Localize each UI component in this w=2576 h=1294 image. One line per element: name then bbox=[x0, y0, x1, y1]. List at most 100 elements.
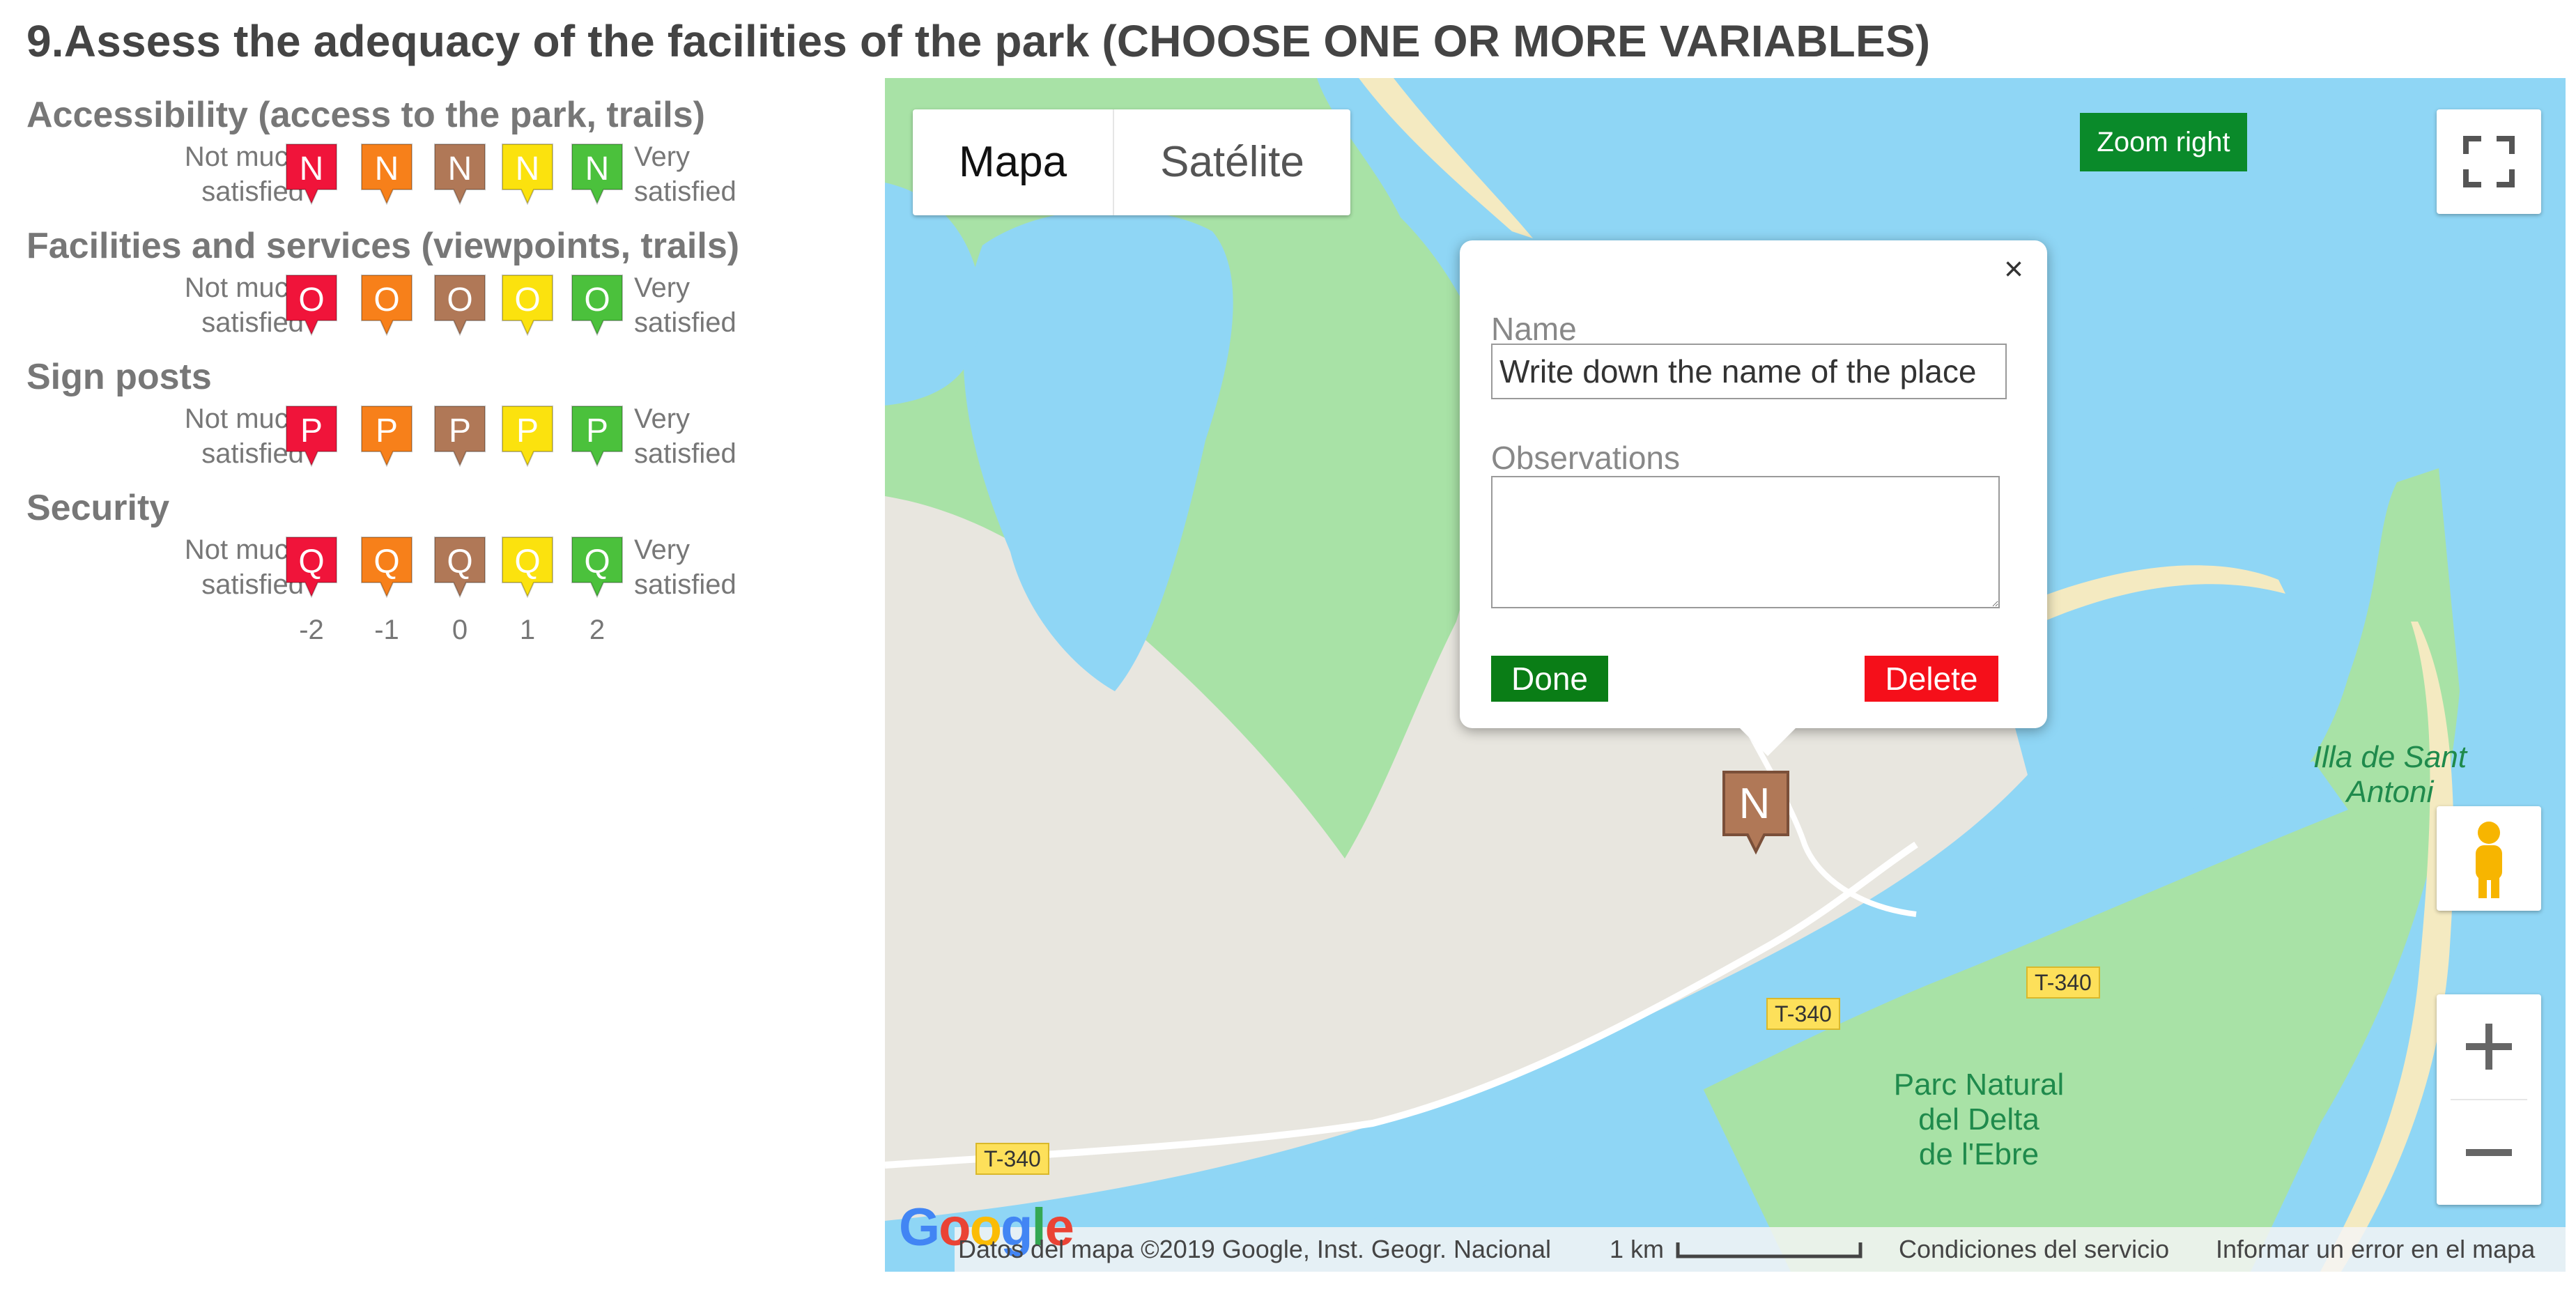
scale-value: -1 bbox=[374, 615, 399, 645]
high-line-2: satisfied bbox=[634, 307, 736, 338]
map-tab-satellite[interactable]: Satélite bbox=[1114, 109, 1350, 215]
map-label-parc-natural: Parc Natural del Delta de l'Ebre bbox=[1860, 1068, 2097, 1172]
rating-marker--2[interactable]: N bbox=[284, 142, 339, 206]
rating-marker-1[interactable]: Q bbox=[500, 535, 555, 599]
map-type-control: Mapa Satélite bbox=[913, 109, 1350, 215]
marker-letter: N bbox=[374, 151, 399, 187]
delete-button[interactable]: Delete bbox=[1865, 656, 1998, 702]
report-error-link[interactable]: Informar un error en el mapa bbox=[2216, 1227, 2535, 1272]
rating-row: Not much satisfied P P P P P Very satisfied bbox=[26, 401, 877, 484]
zoom-in-button[interactable] bbox=[2437, 994, 2541, 1099]
low-line-2: satisfied bbox=[201, 569, 304, 600]
rating-marker-2[interactable]: Q bbox=[570, 535, 624, 599]
variable-title: Sign posts bbox=[26, 357, 212, 397]
marker-letter: P bbox=[585, 413, 608, 449]
street-view-pegman[interactable] bbox=[2437, 806, 2541, 911]
park-line-3: de l'Ebre bbox=[1918, 1137, 2039, 1171]
terms-link[interactable]: Condiciones del servicio bbox=[1899, 1227, 2169, 1272]
not-much-satisfied-label: Not much satisfied bbox=[131, 401, 304, 471]
rating-panel: Accessibility (access to the park, trail… bbox=[26, 91, 877, 656]
marker-letter: Q bbox=[373, 544, 400, 580]
map-tab-mapa[interactable]: Mapa bbox=[913, 109, 1115, 215]
marker-letter: Q bbox=[298, 544, 325, 580]
rating-marker--1[interactable]: N bbox=[360, 142, 414, 206]
rating-marker--1[interactable]: O bbox=[360, 273, 414, 337]
map[interactable]: Mapa Satélite Zoom right Illa de Sant An… bbox=[885, 78, 2566, 1272]
rating-marker-2[interactable]: P bbox=[570, 404, 624, 468]
marker-letter: P bbox=[448, 413, 471, 449]
rating-marker--2[interactable]: O bbox=[284, 273, 339, 337]
name-label: Name bbox=[1491, 311, 1577, 347]
marker-letter: P bbox=[375, 413, 398, 449]
low-line-1: Not much bbox=[184, 403, 304, 434]
high-line-1: Very bbox=[634, 272, 691, 303]
placed-marker[interactable]: N bbox=[1720, 768, 1792, 856]
rating-marker-0[interactable]: O bbox=[433, 273, 487, 337]
low-line-1: Not much bbox=[184, 141, 304, 172]
zoom-control bbox=[2437, 994, 2541, 1205]
high-line-1: Very bbox=[634, 403, 691, 434]
map-data-attribution: Datos del mapa ©2019 Google, Inst. Geogr… bbox=[958, 1235, 1552, 1263]
zoom-out-button[interactable] bbox=[2437, 1100, 2541, 1205]
road-label: T-340 bbox=[2026, 966, 2100, 999]
rating-marker-1[interactable]: N bbox=[500, 142, 555, 206]
marker-letter: O bbox=[298, 282, 325, 318]
low-line-2: satisfied bbox=[201, 307, 304, 338]
observations-label: Observations bbox=[1491, 440, 1681, 476]
marker-letter: Q bbox=[584, 544, 610, 580]
scale-values: -2 -1 0 1 2 bbox=[26, 615, 877, 656]
rating-marker-1[interactable]: P bbox=[500, 404, 555, 468]
marker-letter: P bbox=[300, 413, 323, 449]
rating-row: Not much satisfied Q Q Q Q Q Very satisfied bbox=[26, 532, 877, 615]
variable-title: Facilities and services (viewpoints, tra… bbox=[26, 226, 740, 266]
scale-bar-icon bbox=[1676, 1242, 1862, 1258]
map-label-illa-de-sant-antoni: Illa de Sant Antoni bbox=[2285, 740, 2494, 810]
marker-letter: O bbox=[584, 282, 610, 318]
rating-marker--2[interactable]: P bbox=[284, 404, 339, 468]
very-satisfied-label: Very satisfied bbox=[634, 270, 736, 340]
marker-letter: P bbox=[516, 413, 539, 449]
high-line-1: Very bbox=[634, 534, 691, 565]
not-much-satisfied-label: Not much satisfied bbox=[131, 139, 304, 209]
rating-marker--2[interactable]: Q bbox=[284, 535, 339, 599]
zoom-right-button[interactable]: Zoom right bbox=[2080, 113, 2247, 171]
rating-marker-2[interactable]: O bbox=[570, 273, 624, 337]
marker-letter: O bbox=[373, 282, 400, 318]
rating-marker--1[interactable]: P bbox=[360, 404, 414, 468]
variable-title: Accessibility (access to the park, trail… bbox=[26, 95, 705, 135]
rating-row: Not much satisfied N N N N N Very satisfied bbox=[26, 139, 877, 222]
road-label: T-340 bbox=[1766, 998, 1840, 1030]
marker-letter: Q bbox=[514, 544, 541, 580]
marker-letter: Q bbox=[447, 544, 473, 580]
island-line-2: Antoni bbox=[2346, 775, 2434, 809]
rating-marker-0[interactable]: Q bbox=[433, 535, 487, 599]
rating-marker-2[interactable]: N bbox=[570, 142, 624, 206]
high-line-2: satisfied bbox=[634, 569, 736, 600]
marker-letter: N bbox=[585, 151, 610, 187]
rating-marker-0[interactable]: N bbox=[433, 142, 487, 206]
minus-icon bbox=[2466, 1149, 2512, 1156]
road-label: T-340 bbox=[975, 1143, 1049, 1175]
close-popup-icon[interactable]: × bbox=[2004, 250, 2023, 288]
pegman-icon bbox=[2476, 822, 2502, 898]
marker-letter: N bbox=[515, 151, 540, 187]
name-input[interactable]: Write down the name of the place bbox=[1491, 344, 2007, 399]
plus-icon bbox=[2466, 1024, 2512, 1070]
marker-letter: N bbox=[299, 151, 324, 187]
map-scale-label[interactable]: 1 km bbox=[1610, 1227, 1664, 1272]
observations-textarea[interactable] bbox=[1491, 476, 2000, 608]
very-satisfied-label: Very satisfied bbox=[634, 139, 736, 209]
high-line-1: Very bbox=[634, 141, 691, 172]
island-line-1: Illa de Sant bbox=[2313, 740, 2467, 774]
done-button[interactable]: Done bbox=[1491, 656, 1608, 702]
rating-marker-0[interactable]: P bbox=[433, 404, 487, 468]
rating-marker-1[interactable]: O bbox=[500, 273, 555, 337]
marker-letter: O bbox=[447, 282, 473, 318]
question-title: 9.Assess the adequacy of the facilities … bbox=[26, 16, 1931, 66]
placed-marker-letter: N bbox=[1738, 780, 1771, 828]
not-much-satisfied-label: Not much satisfied bbox=[131, 270, 304, 340]
low-line-1: Not much bbox=[184, 534, 304, 565]
low-line-1: Not much bbox=[184, 272, 304, 303]
rating-marker--1[interactable]: Q bbox=[360, 535, 414, 599]
fullscreen-button[interactable] bbox=[2437, 109, 2541, 214]
